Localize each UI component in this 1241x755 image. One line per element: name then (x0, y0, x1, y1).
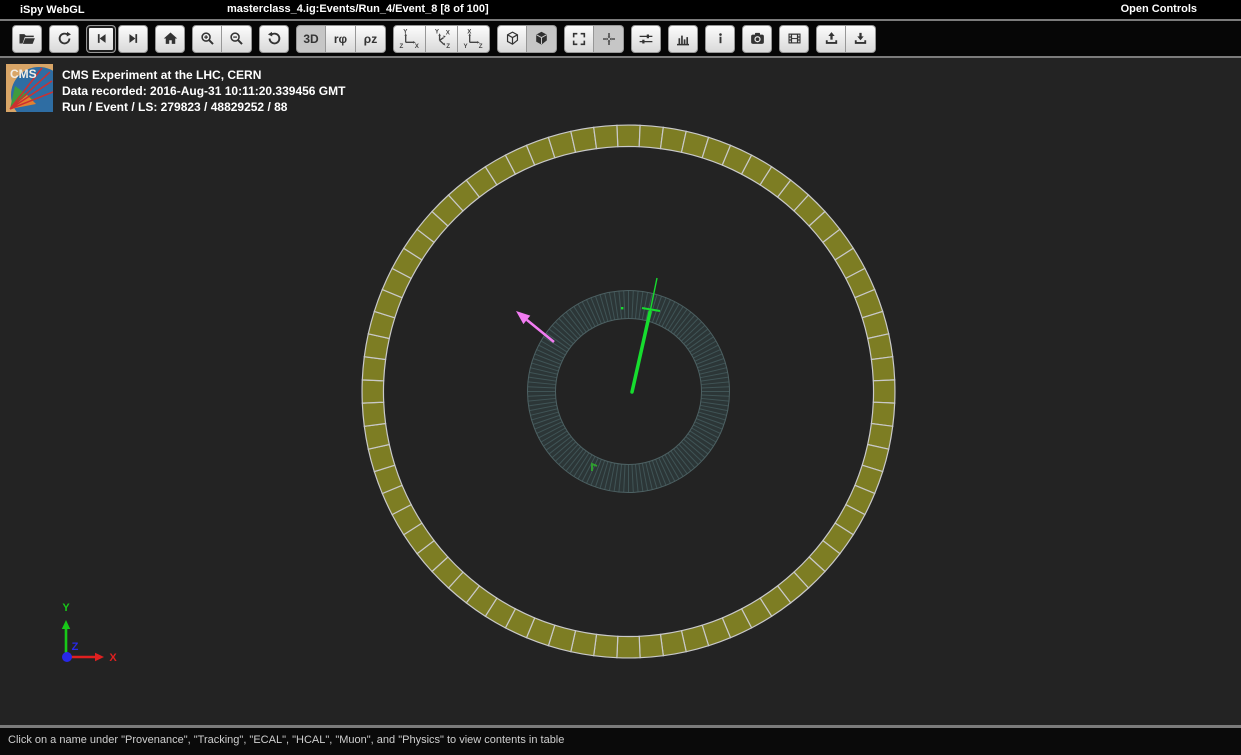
cms-logo: CMS (6, 64, 53, 112)
svg-text:Y: Y (463, 43, 468, 49)
ecal-barrel-ring (528, 291, 730, 493)
step-backward-icon (94, 31, 109, 46)
previous-event-button[interactable] (86, 25, 116, 53)
event-display-canvas[interactable]: Y X Z CMS CMS Experiment at the LHC, CERN … (0, 58, 1241, 725)
event-info-overlay: CMS CMS Experiment at the LHC, CERN Data… (6, 64, 345, 115)
home-button[interactable] (155, 25, 185, 53)
view-3d-button[interactable]: 3D (296, 25, 326, 53)
event-file-title: masterclass_4.ig:Events/Run_4/Event_8 [8… (227, 3, 489, 15)
wireframe-cube-icon (504, 30, 521, 47)
view-rphi-button[interactable]: rφ (326, 25, 356, 53)
zoom-out-icon (228, 30, 245, 47)
reload-button[interactable] (49, 25, 79, 53)
svg-text:X: X (446, 30, 451, 37)
experiment-title: CMS Experiment at the LHC, CERN (62, 67, 345, 83)
view-axis-zx-button[interactable]: X Z Y (458, 25, 490, 53)
undo-rotate-icon (266, 30, 283, 47)
svg-text:Z: Z (479, 43, 483, 49)
axis-perspective-icon: Y X Z (431, 28, 452, 49)
settings-button[interactable] (631, 25, 661, 53)
upload-button[interactable] (816, 25, 846, 53)
download-icon (852, 30, 869, 47)
view-rphi-label: rφ (334, 32, 347, 46)
step-forward-icon (126, 31, 141, 46)
download-button[interactable] (846, 25, 876, 53)
axis-label: X (109, 652, 117, 664)
info-button[interactable] (705, 25, 735, 53)
fullscreen-button[interactable] (564, 25, 594, 53)
view-3d-label: 3D (303, 32, 318, 46)
detector-scene: Y X Z (0, 58, 1241, 725)
view-rhoz-button[interactable]: ρz (356, 25, 386, 53)
status-bar: Click on a name under "Provenance", "Tra… (0, 728, 1241, 755)
zoom-out-button[interactable] (222, 25, 252, 53)
open-controls-button[interactable]: Open Controls (1121, 3, 1197, 15)
axis-label: Z (72, 641, 79, 653)
data-recorded: Data recorded: 2016-Aug-31 10:11:20.3394… (62, 83, 345, 99)
next-event-button[interactable] (118, 25, 148, 53)
compress-icon (601, 31, 617, 47)
reset-rotation-button[interactable] (259, 25, 289, 53)
app-title: iSpy WebGL (0, 4, 85, 16)
open-file-button[interactable] (12, 25, 42, 53)
film-icon (786, 30, 803, 47)
status-message: Click on a name under "Provenance", "Tra… (8, 734, 564, 746)
axis-label: Y (62, 602, 70, 614)
view-axis-xy-button[interactable]: Y X Z (393, 25, 426, 53)
folder-open-icon (18, 30, 36, 48)
view-rhoz-label: ρz (364, 32, 377, 46)
upload-icon (823, 30, 840, 47)
title-bar: iSpy WebGL masterclass_4.ig:Events/Run_4… (0, 0, 1241, 19)
sliders-icon (637, 30, 655, 48)
view-axis-perspective-button[interactable]: Y X Z (426, 25, 458, 53)
expand-icon (571, 31, 587, 47)
wireframe-mode-button[interactable] (497, 25, 527, 53)
screenshot-button[interactable] (742, 25, 772, 53)
info-icon (713, 31, 728, 46)
met-arrow[interactable] (516, 311, 554, 342)
camera-icon (749, 30, 766, 47)
animation-button[interactable] (779, 25, 809, 53)
svg-text:Y: Y (403, 28, 408, 35)
svg-text:Z: Z (399, 43, 403, 49)
svg-text:X: X (415, 43, 420, 49)
solid-cube-icon (533, 30, 550, 47)
statistics-button[interactable] (668, 25, 698, 53)
svg-text:Z: Z (446, 43, 450, 49)
exit-fullscreen-button[interactable] (594, 25, 624, 53)
axis-zx-icon: X Z Y (463, 28, 484, 49)
axis-gizmo: Y X Z (62, 602, 118, 664)
zoom-in-icon (199, 30, 216, 47)
toolbar: 3D rφ ρz Y X Z Y X Z (0, 21, 1241, 56)
hcal-barrel-ring (362, 125, 895, 658)
solid-mode-button[interactable] (527, 25, 557, 53)
reload-icon (56, 30, 73, 47)
zoom-in-button[interactable] (192, 25, 222, 53)
svg-text:CMS: CMS (10, 67, 37, 81)
run-event-ls: Run / Event / LS: 279823 / 48829252 / 88 (62, 99, 345, 115)
axis-xy-icon: Y X Z (399, 28, 420, 49)
histogram-icon (674, 30, 692, 48)
home-icon (162, 30, 179, 47)
svg-text:X: X (467, 28, 472, 35)
